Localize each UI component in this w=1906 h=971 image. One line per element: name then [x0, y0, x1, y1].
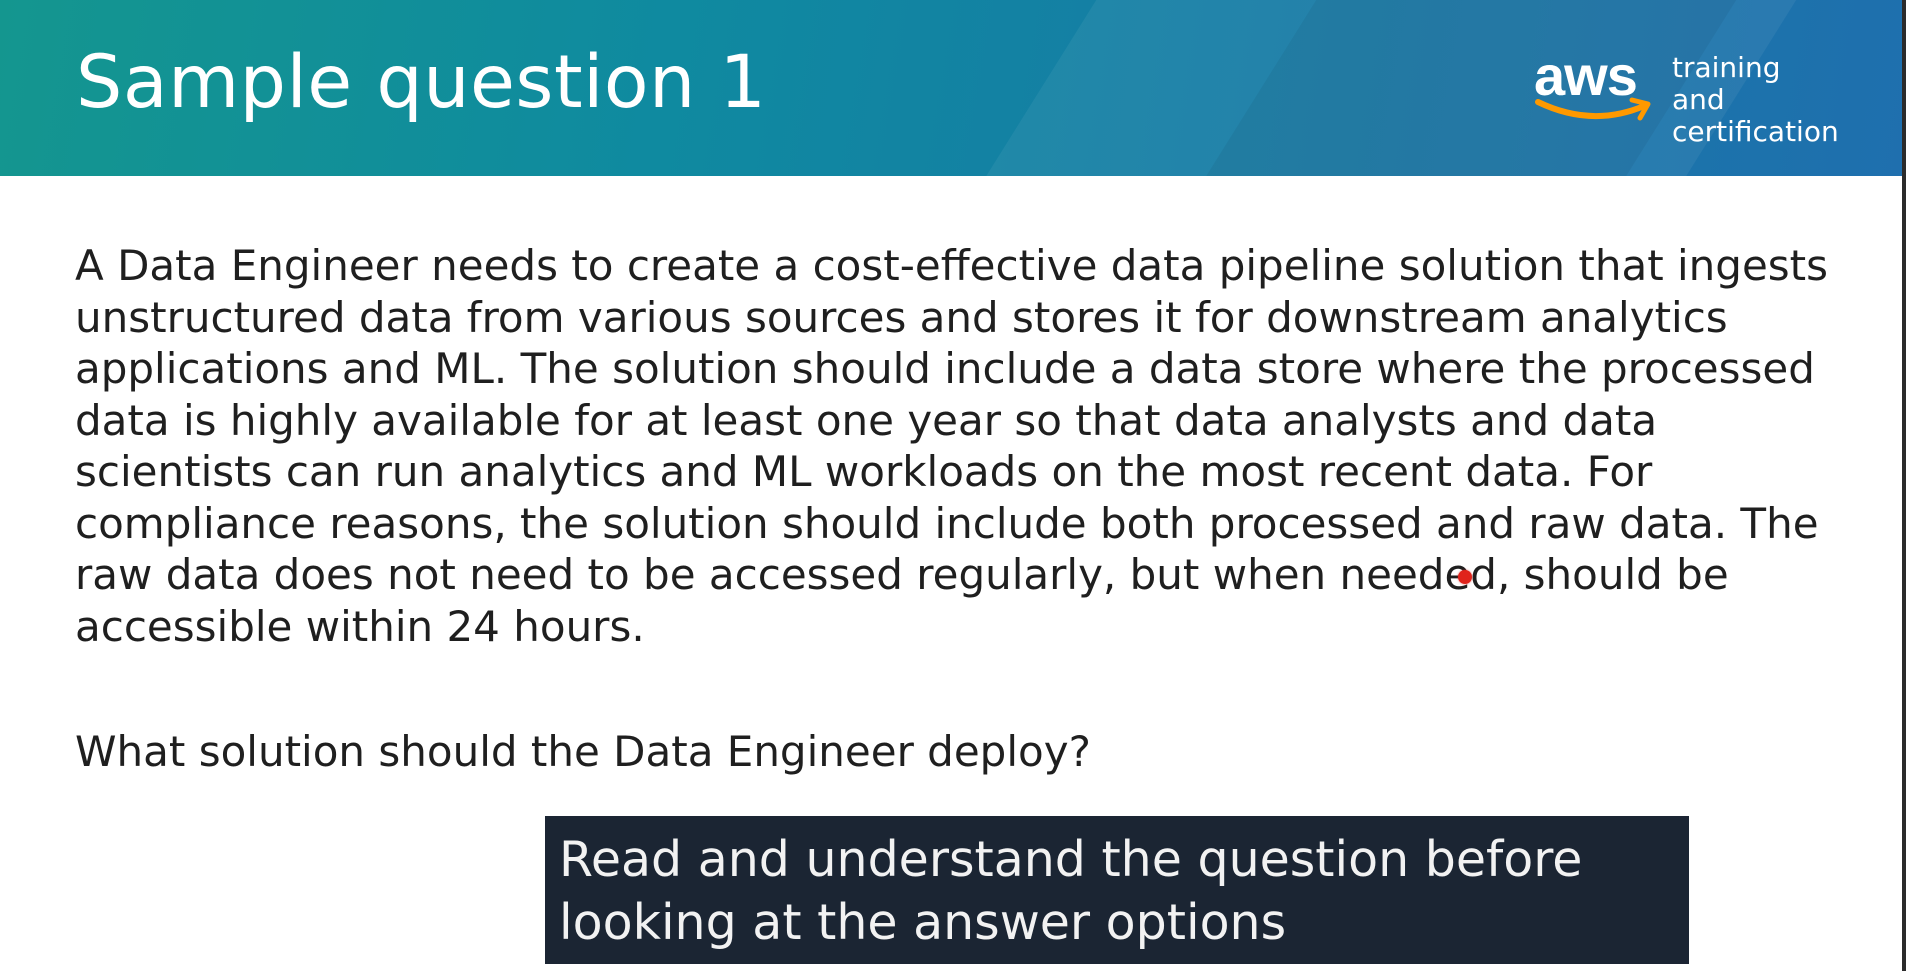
window-edge: [1902, 0, 1906, 971]
aws-training-logo: aws training and certification: [1534, 46, 1839, 148]
aws-smile-icon: [1535, 97, 1651, 121]
caption-text: Read and understand the question before …: [559, 831, 1583, 951]
brand-tagline: training and certification: [1672, 51, 1839, 148]
question-prompt: What solution should the Data Engineer d…: [75, 727, 1091, 776]
question-body: A Data Engineer needs to create a cost-e…: [75, 241, 1829, 651]
slide-header: Sample question 1 aws training and certi…: [0, 0, 1906, 176]
laser-pointer: [1458, 570, 1472, 584]
slide-title: Sample question 1: [76, 40, 767, 125]
caption-box: Read and understand the question before …: [545, 816, 1689, 964]
